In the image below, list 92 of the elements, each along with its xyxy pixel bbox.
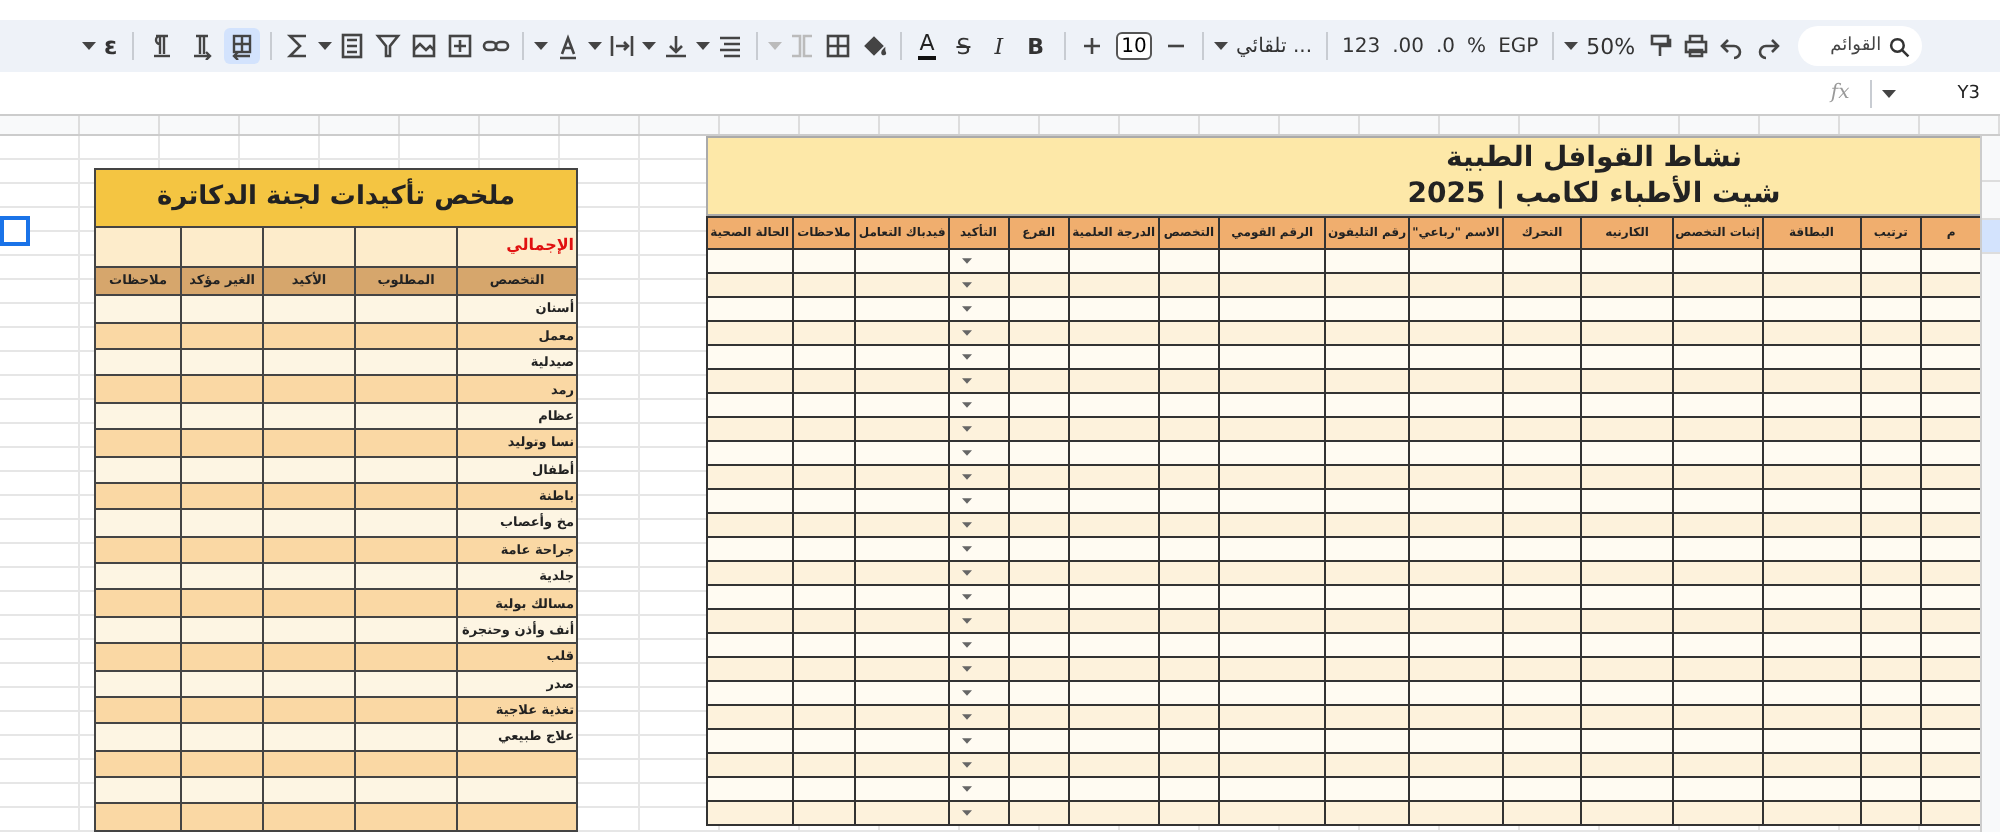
italic-button[interactable]: I <box>990 33 1008 59</box>
dropdown-field[interactable] <box>948 657 1009 681</box>
table-cell: الإجمالي <box>457 227 578 267</box>
caret-icon[interactable] <box>961 450 972 456</box>
caret-icon[interactable] <box>961 786 972 792</box>
caret-icon[interactable] <box>82 42 96 50</box>
font-size-field[interactable]: 10 <box>1115 32 1152 60</box>
percent-button[interactable]: % <box>1467 35 1487 57</box>
dropdown-field[interactable] <box>948 609 1009 633</box>
text-wrap-icon[interactable] <box>607 32 636 60</box>
decrease-decimal-button[interactable]: .0 <box>1436 35 1456 57</box>
caret-icon[interactable] <box>317 42 332 50</box>
formula-icon: fx <box>1830 82 1850 104</box>
increase-decimal-button[interactable]: .00 <box>1392 35 1424 57</box>
functions-icon[interactable] <box>283 32 312 60</box>
dropdown-field[interactable] <box>948 729 1009 753</box>
merge-cells-icon[interactable] <box>787 32 816 60</box>
fill-color-icon[interactable] <box>859 32 888 60</box>
caret-icon[interactable] <box>961 282 972 288</box>
currency-button[interactable]: EGP <box>1498 35 1539 57</box>
caret-icon[interactable] <box>961 642 972 648</box>
dropdown-field[interactable] <box>948 249 1009 273</box>
zoom-dropdown[interactable]: 50% <box>1586 33 1636 59</box>
caret-icon[interactable] <box>961 738 972 744</box>
dropdown-field[interactable] <box>948 465 1009 489</box>
text-color-button[interactable]: A <box>917 32 937 60</box>
dropdown-field[interactable] <box>948 297 1009 321</box>
vertical-align-icon[interactable] <box>661 32 690 60</box>
caret-icon[interactable] <box>1881 89 1896 97</box>
bold-button[interactable]: B <box>1023 33 1048 59</box>
caret-icon[interactable] <box>533 42 548 50</box>
filter-icon[interactable] <box>373 32 402 60</box>
caret-icon[interactable] <box>961 354 972 360</box>
caret-icon[interactable] <box>961 546 972 552</box>
caret-icon[interactable] <box>961 426 972 432</box>
caret-icon[interactable] <box>961 666 972 672</box>
dropdown-field[interactable] <box>948 441 1009 465</box>
dropdown-field[interactable] <box>948 273 1009 297</box>
dropdown-field[interactable] <box>948 537 1009 561</box>
dropdown-field[interactable] <box>948 801 1009 825</box>
sheet-subtitle: شيت الأطباء لكامب | 2025 <box>1407 176 1781 212</box>
caret-icon[interactable] <box>961 306 972 312</box>
image-icon[interactable] <box>409 32 438 60</box>
caret-icon[interactable] <box>961 474 972 480</box>
caret-icon[interactable] <box>1213 42 1228 50</box>
input-tools-button[interactable]: ε <box>104 32 118 60</box>
caret-icon[interactable] <box>961 258 972 264</box>
font-dropdown[interactable]: تلقائي ... <box>1235 35 1312 57</box>
caret-icon[interactable] <box>961 378 972 384</box>
caret-icon[interactable] <box>961 762 972 768</box>
caret-icon[interactable] <box>961 570 972 576</box>
comment-icon[interactable] <box>445 32 474 60</box>
borders-icon[interactable] <box>823 32 852 60</box>
strikethrough-button[interactable]: S <box>952 33 975 59</box>
caret-icon[interactable] <box>961 714 972 720</box>
dropdown-field[interactable] <box>948 513 1009 537</box>
dropdown-field[interactable] <box>948 489 1009 513</box>
name-box[interactable]: Y3 <box>1957 83 1980 103</box>
caret-icon[interactable] <box>587 42 602 50</box>
dropdown-field[interactable] <box>948 393 1009 417</box>
paint-format-icon[interactable] <box>1645 32 1674 60</box>
dropdown-field[interactable] <box>948 417 1009 441</box>
caret-icon[interactable] <box>961 402 972 408</box>
caret-icon[interactable] <box>961 594 972 600</box>
dropdown-field[interactable] <box>948 585 1009 609</box>
sheet-title: نشاط القوافل الطبية <box>1446 140 1743 175</box>
caret-icon[interactable] <box>961 330 972 336</box>
calculator-icon[interactable] <box>337 32 366 60</box>
caret-icon[interactable] <box>961 498 972 504</box>
dropdown-field[interactable] <box>948 753 1009 777</box>
table-title: ملخص تأكيدات لجنة الدكاترة <box>95 169 578 228</box>
caret-icon[interactable] <box>961 810 972 816</box>
dropdown-field[interactable] <box>948 681 1009 705</box>
caret-icon[interactable] <box>1564 42 1579 50</box>
caret-icon[interactable] <box>641 42 656 50</box>
dropdown-field[interactable] <box>948 705 1009 729</box>
dropdown-field[interactable] <box>948 777 1009 801</box>
dropdown-field[interactable] <box>948 345 1009 369</box>
selected-cell[interactable] <box>0 216 30 246</box>
print-icon[interactable] <box>1681 32 1710 60</box>
dropdown-field[interactable] <box>948 369 1009 393</box>
align-icon[interactable] <box>715 32 744 60</box>
dropdown-field[interactable] <box>948 321 1009 345</box>
caret-icon[interactable] <box>961 522 972 528</box>
search-field[interactable]: القوائم <box>1797 26 1922 66</box>
search-icon <box>1887 36 1910 58</box>
number-format-button[interactable]: 123 <box>1342 35 1381 57</box>
dropdown-field[interactable] <box>948 561 1009 585</box>
caret-icon[interactable] <box>961 618 972 624</box>
caret-icon[interactable] <box>695 42 710 50</box>
dropdown-field[interactable] <box>948 633 1009 657</box>
caret-icon[interactable] <box>961 690 972 696</box>
